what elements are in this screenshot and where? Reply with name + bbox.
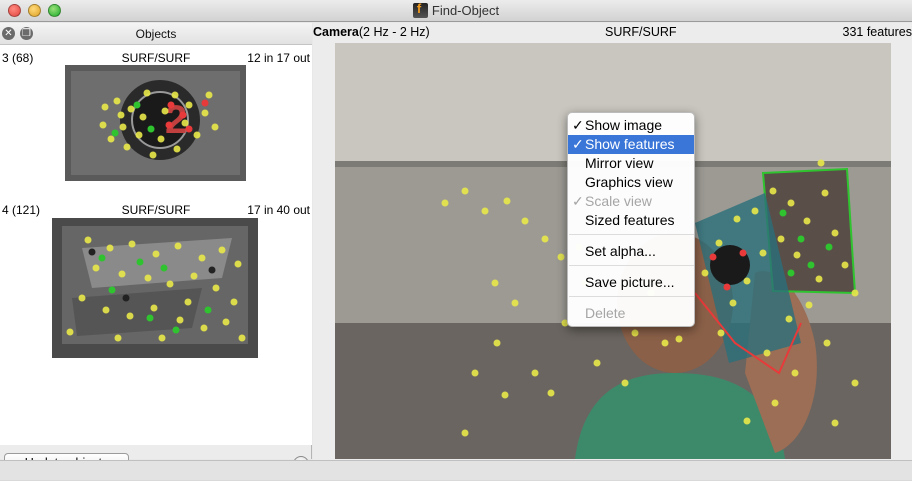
status-bar [0, 460, 912, 480]
menu-item-label: Graphics view [585, 174, 673, 190]
menu-item-set-alpha[interactable]: Set alpha... [568, 242, 694, 261]
menu-item-sized-features[interactable]: Sized features [568, 211, 694, 230]
camera-rate: (2 Hz - 2 Hz) [359, 25, 430, 39]
window-title-wrap: Find-Object [0, 3, 912, 18]
menu-item-label: Scale view [585, 193, 652, 209]
objects-dock-title: Objects [0, 27, 312, 41]
app-icon [413, 3, 428, 18]
object-thumbnail[interactable]: 2 [65, 65, 246, 181]
object-stats: 12 in 17 out [247, 51, 310, 65]
menu-item-save-picture[interactable]: Save picture... [568, 273, 694, 292]
object-thumbnail-svg [52, 218, 258, 358]
object-stats: 17 in 40 out [247, 203, 310, 217]
window-title: Find-Object [432, 3, 499, 18]
camera-context-menu: ✓Show image ✓Show features Mirror view G… [567, 112, 695, 327]
menu-item-mirror-view[interactable]: Mirror view [568, 154, 694, 173]
checkmark-icon: ✓ [572, 192, 584, 211]
objects-dock: ✕ ❐ Objects 3 (68) SURF/SURF 12 in 17 ou… [0, 23, 312, 459]
app-window: Find-Object ✕ ❐ Objects 3 (68) SURF/SURF… [0, 0, 912, 480]
menu-item-show-features[interactable]: ✓Show features [568, 135, 694, 154]
checkmark-icon: ✓ [572, 116, 584, 135]
object-thumbnail[interactable] [52, 218, 258, 358]
checkmark-icon: ✓ [572, 135, 584, 154]
object-row-header: 4 (121) SURF/SURF 17 in 40 out [0, 203, 312, 219]
objects-dock-header: ✕ ❐ Objects [0, 23, 312, 45]
menu-item-label: Set alpha... [585, 243, 656, 259]
menu-item-label: Delete [585, 305, 625, 321]
menu-item-label: Sized features [585, 212, 675, 228]
camera-title: Camera(2 Hz - 2 Hz) [313, 25, 430, 39]
menu-item-label: Show image [585, 117, 662, 133]
menu-item-scale-view: ✓Scale view [568, 192, 694, 211]
objects-list[interactable]: 3 (68) SURF/SURF 12 in 17 out 2 [0, 45, 312, 445]
menu-separator [569, 234, 694, 235]
menu-item-graphics-view[interactable]: Graphics view [568, 173, 694, 192]
object-thumbnail-svg: 2 [65, 65, 246, 181]
menu-item-label: Save picture... [585, 274, 675, 290]
menu-separator [569, 296, 694, 297]
camera-feature-count: 331 features [843, 25, 912, 39]
camera-header: Camera(2 Hz - 2 Hz) SURF/SURF 331 featur… [313, 23, 912, 41]
camera-detector: SURF/SURF [605, 25, 677, 39]
camera-label: Camera [313, 25, 359, 39]
title-bar: Find-Object [0, 0, 912, 22]
menu-item-delete: Delete [568, 304, 694, 323]
menu-item-label: Show features [585, 136, 675, 152]
menu-item-label: Mirror view [585, 155, 653, 171]
menu-separator [569, 265, 694, 266]
menu-item-show-image[interactable]: ✓Show image [568, 116, 694, 135]
